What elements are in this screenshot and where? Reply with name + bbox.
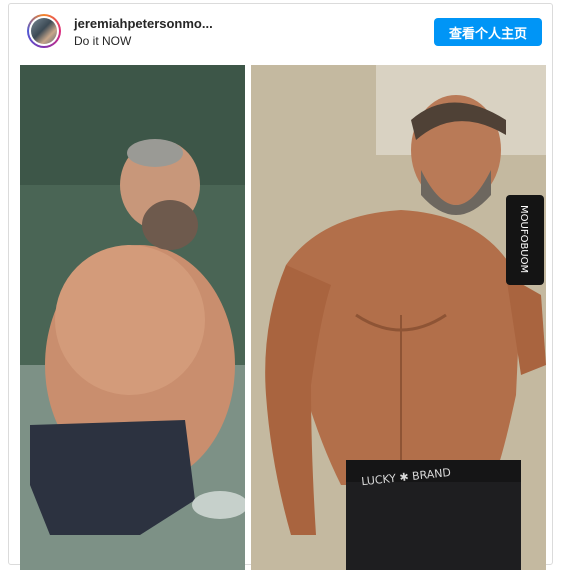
post-caption: Do it NOW (74, 34, 132, 48)
avatar-image (31, 18, 57, 44)
before-photo-illustration (20, 65, 245, 570)
before-photo (20, 65, 245, 570)
profile-avatar[interactable] (27, 14, 61, 48)
after-photo: LUCKY ✱ BRAND MOUFOBUOM (251, 65, 546, 570)
after-photo-illustration: LUCKY ✱ BRAND MOUFOBUOM (251, 65, 546, 570)
view-profile-button[interactable]: 查看个人主页 (434, 18, 542, 46)
post-username[interactable]: jeremiahpetersonmo... (74, 16, 213, 31)
phone-case-text: MOUFOBUOM (518, 205, 529, 273)
